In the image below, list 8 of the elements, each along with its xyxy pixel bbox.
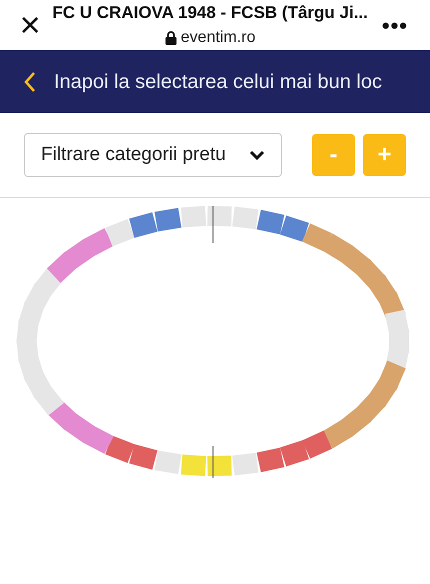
chevron-left-icon (24, 70, 36, 92)
page-title: FC U CRAIOVA 1948 - FCSB (Târgu Ji... (52, 2, 368, 24)
close-button[interactable]: × (16, 7, 44, 43)
chevron-down-icon (249, 150, 265, 160)
page-url: eventim.ro (180, 28, 256, 48)
lock-icon (164, 30, 177, 45)
menu-button[interactable]: ••• (376, 8, 414, 42)
category-filter-dropdown[interactable]: Filtrare categorii pretu (24, 133, 282, 177)
